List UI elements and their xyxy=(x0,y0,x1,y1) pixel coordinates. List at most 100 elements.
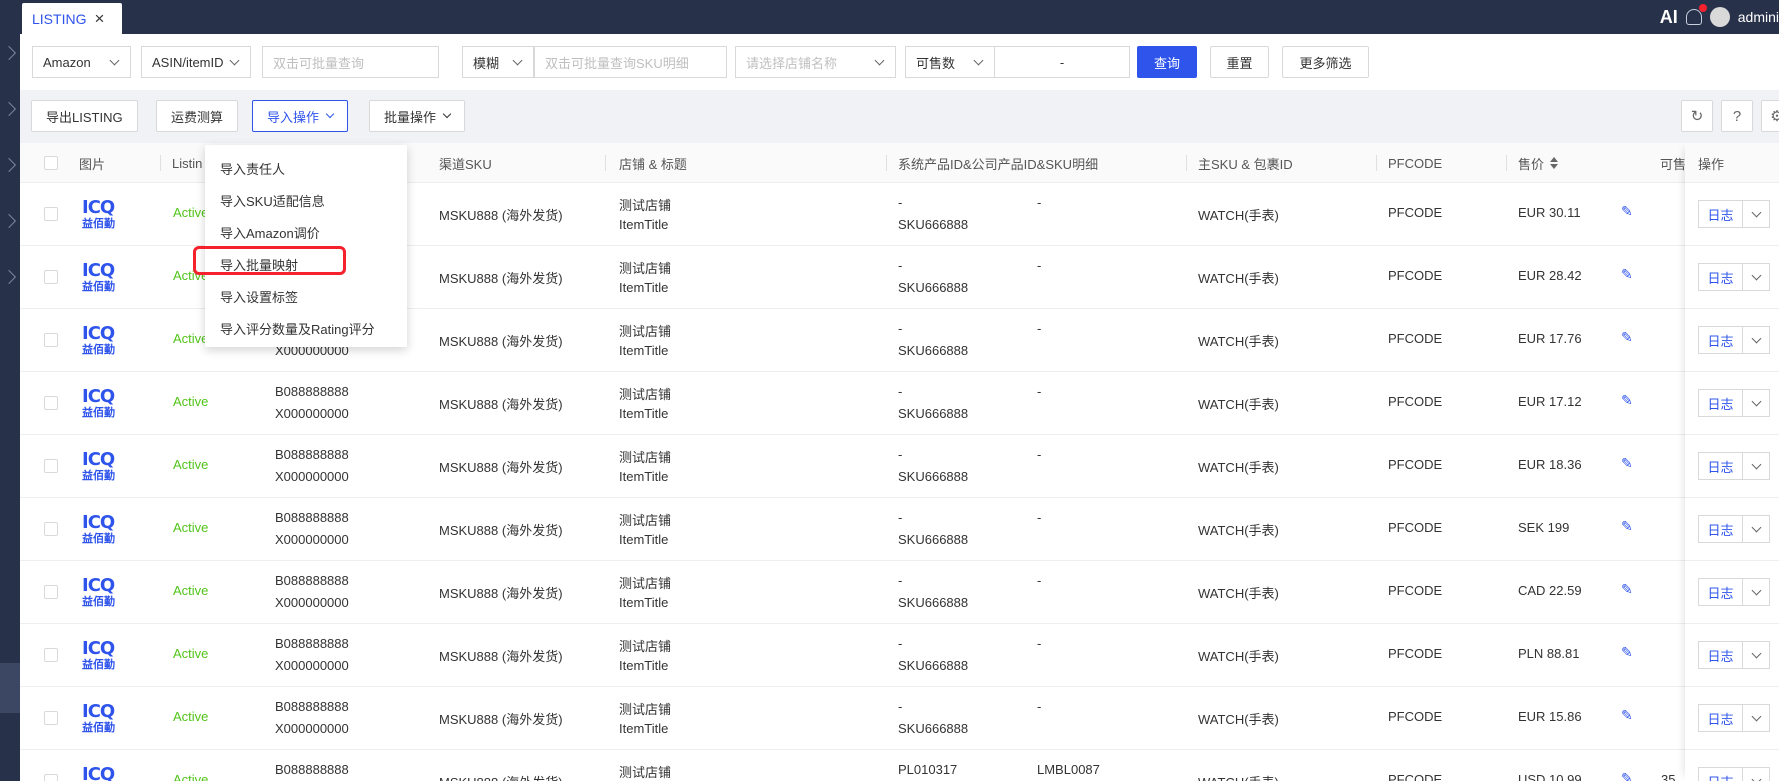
product-image: ICQ益佰勤 xyxy=(82,199,126,235)
help-icon[interactable]: ? xyxy=(1721,100,1753,132)
id-type-select[interactable]: ASIN/itemID xyxy=(141,46,251,78)
platform-value: Amazon xyxy=(43,54,91,70)
table-row[interactable]: ICQ益佰勤ActiveB088888888X000000000MSKU888 … xyxy=(20,750,1779,781)
close-icon[interactable]: × xyxy=(94,9,104,29)
sku-search-input[interactable]: 双击可批量查询SKU明细 xyxy=(534,46,727,78)
gear-icon[interactable]: ⚙ xyxy=(1761,100,1779,132)
batch-ops-button[interactable]: 批量操作 xyxy=(369,100,466,132)
row-checkbox[interactable] xyxy=(44,396,58,410)
sort-icon[interactable] xyxy=(1550,157,1559,169)
table-row[interactable]: ICQ益佰勤ActiveB088888888X000000000MSKU888 … xyxy=(20,435,1779,498)
edit-price-icon[interactable]: ✎ xyxy=(1621,392,1633,409)
more-actions-dropdown[interactable] xyxy=(1742,641,1770,669)
table-row[interactable]: ICQ益佰勤ActiveB088888888X000000000MSKU888 … xyxy=(20,561,1779,624)
chevron-left-icon[interactable] xyxy=(1,45,17,61)
more-actions-dropdown[interactable] xyxy=(1742,767,1770,781)
select-all-checkbox[interactable] xyxy=(44,156,58,170)
table-row[interactable]: ICQ益佰勤ActiveB088888888X000000000MSKU888 … xyxy=(20,624,1779,687)
edit-price-icon[interactable]: ✎ xyxy=(1621,203,1633,220)
qty-range-input[interactable]: - xyxy=(994,46,1130,78)
logo-text: 益佰勤 xyxy=(82,344,115,356)
price: EUR 17.12 xyxy=(1518,394,1582,409)
import-ops-button[interactable]: 导入操作 xyxy=(252,100,349,132)
row-checkbox[interactable] xyxy=(44,522,58,536)
product-image: ICQ益佰勤 xyxy=(82,262,126,298)
log-button[interactable]: 日志 xyxy=(1698,767,1742,781)
chevron-left-icon[interactable] xyxy=(1,157,17,173)
sidebar-active-item[interactable] xyxy=(0,663,20,713)
asin: B088888888 xyxy=(275,510,349,525)
company-product-id: - xyxy=(1037,384,1042,399)
tab-listing[interactable]: LISTING × xyxy=(22,3,122,34)
chevron-left-icon[interactable] xyxy=(1,213,17,229)
refresh-icon[interactable]: ↻ xyxy=(1681,100,1713,132)
row-checkbox[interactable] xyxy=(44,648,58,662)
more-actions-dropdown[interactable] xyxy=(1742,389,1770,417)
row-checkbox[interactable] xyxy=(44,774,58,781)
store-select[interactable]: 请选择店铺名称 xyxy=(735,46,896,78)
more-actions-dropdown[interactable] xyxy=(1742,263,1770,291)
more-actions-dropdown[interactable] xyxy=(1742,452,1770,480)
username[interactable]: admini xyxy=(1738,9,1779,25)
price: EUR 18.36 xyxy=(1518,457,1582,472)
listing-status: Active xyxy=(173,709,209,724)
edit-price-icon[interactable]: ✎ xyxy=(1621,644,1633,661)
edit-price-icon[interactable]: ✎ xyxy=(1621,455,1633,472)
reset-button[interactable]: 重置 xyxy=(1210,46,1269,78)
more-actions-dropdown[interactable] xyxy=(1742,326,1770,354)
col-image: 图片 xyxy=(79,156,106,172)
more-actions-dropdown[interactable] xyxy=(1742,704,1770,732)
col-price[interactable]: 售价 xyxy=(1518,143,1559,183)
edit-price-icon[interactable]: ✎ xyxy=(1621,581,1633,598)
avatar[interactable] xyxy=(1709,7,1730,27)
log-button[interactable]: 日志 xyxy=(1698,263,1742,291)
table-row[interactable]: ICQ益佰勤ActiveB088888888X000000000MSKU888 … xyxy=(20,687,1779,750)
menu-item-import-amazon-price[interactable]: 导入Amazon调价 xyxy=(205,216,407,248)
table-row[interactable]: ICQ益佰勤ActiveB088888888X000000000MSKU888 … xyxy=(20,498,1779,561)
log-button[interactable]: 日志 xyxy=(1698,389,1742,417)
row-checkbox[interactable] xyxy=(44,459,58,473)
row-checkbox[interactable] xyxy=(44,711,58,725)
ai-icon[interactable]: AI xyxy=(1660,7,1678,28)
chevron-left-icon[interactable] xyxy=(1,269,17,285)
menu-item-import-rating[interactable]: 导入评分数量及Rating评分 xyxy=(205,312,407,344)
more-filters-button[interactable]: 更多筛选 xyxy=(1282,46,1369,78)
freight-calc-button[interactable]: 运费测算 xyxy=(156,100,239,132)
edit-price-icon[interactable]: ✎ xyxy=(1621,770,1633,781)
row-checkbox[interactable] xyxy=(44,270,58,284)
main-sku: WATCH(手表) xyxy=(1198,523,1279,538)
table-row[interactable]: ICQ益佰勤ActiveB088888888X000000000MSKU888 … xyxy=(20,372,1779,435)
export-listing-button[interactable]: 导出LISTING xyxy=(31,100,138,132)
logo-text: 益佰勤 xyxy=(82,218,115,230)
more-actions-dropdown[interactable] xyxy=(1742,515,1770,543)
edit-price-icon[interactable]: ✎ xyxy=(1621,266,1633,283)
row-checkbox[interactable] xyxy=(44,207,58,221)
log-button[interactable]: 日志 xyxy=(1698,515,1742,543)
menu-item-import-tags[interactable]: 导入设置标签 xyxy=(205,280,407,312)
log-button[interactable]: 日志 xyxy=(1698,704,1742,732)
product-image: ICQ益佰勤 xyxy=(82,514,126,550)
menu-item-import-owner[interactable]: 导入责任人 xyxy=(205,152,407,184)
edit-price-icon[interactable]: ✎ xyxy=(1621,329,1633,346)
chevron-left-icon[interactable] xyxy=(1,101,17,117)
more-actions-dropdown[interactable] xyxy=(1742,578,1770,606)
log-button[interactable]: 日志 xyxy=(1698,578,1742,606)
log-button[interactable]: 日志 xyxy=(1698,326,1742,354)
log-button[interactable]: 日志 xyxy=(1698,200,1742,228)
id-search-input[interactable]: 双击可批量查询 xyxy=(262,46,439,78)
menu-item-import-sku-adapt[interactable]: 导入SKU适配信息 xyxy=(205,184,407,216)
platform-select[interactable]: Amazon xyxy=(32,46,131,78)
search-button[interactable]: 查询 xyxy=(1137,46,1197,78)
item-title: ItemTitle xyxy=(619,658,669,673)
log-button[interactable]: 日志 xyxy=(1698,452,1742,480)
edit-price-icon[interactable]: ✎ xyxy=(1621,707,1633,724)
more-actions-dropdown[interactable] xyxy=(1742,200,1770,228)
logo-text: 益佰勤 xyxy=(82,596,115,608)
row-checkbox[interactable] xyxy=(44,585,58,599)
match-mode-select[interactable]: 模糊 xyxy=(462,46,534,78)
qty-type-select[interactable]: 可售数 xyxy=(905,46,995,78)
log-button[interactable]: 日志 xyxy=(1698,641,1742,669)
bell-icon[interactable] xyxy=(1685,4,1707,25)
edit-price-icon[interactable]: ✎ xyxy=(1621,518,1633,535)
row-checkbox[interactable] xyxy=(44,333,58,347)
